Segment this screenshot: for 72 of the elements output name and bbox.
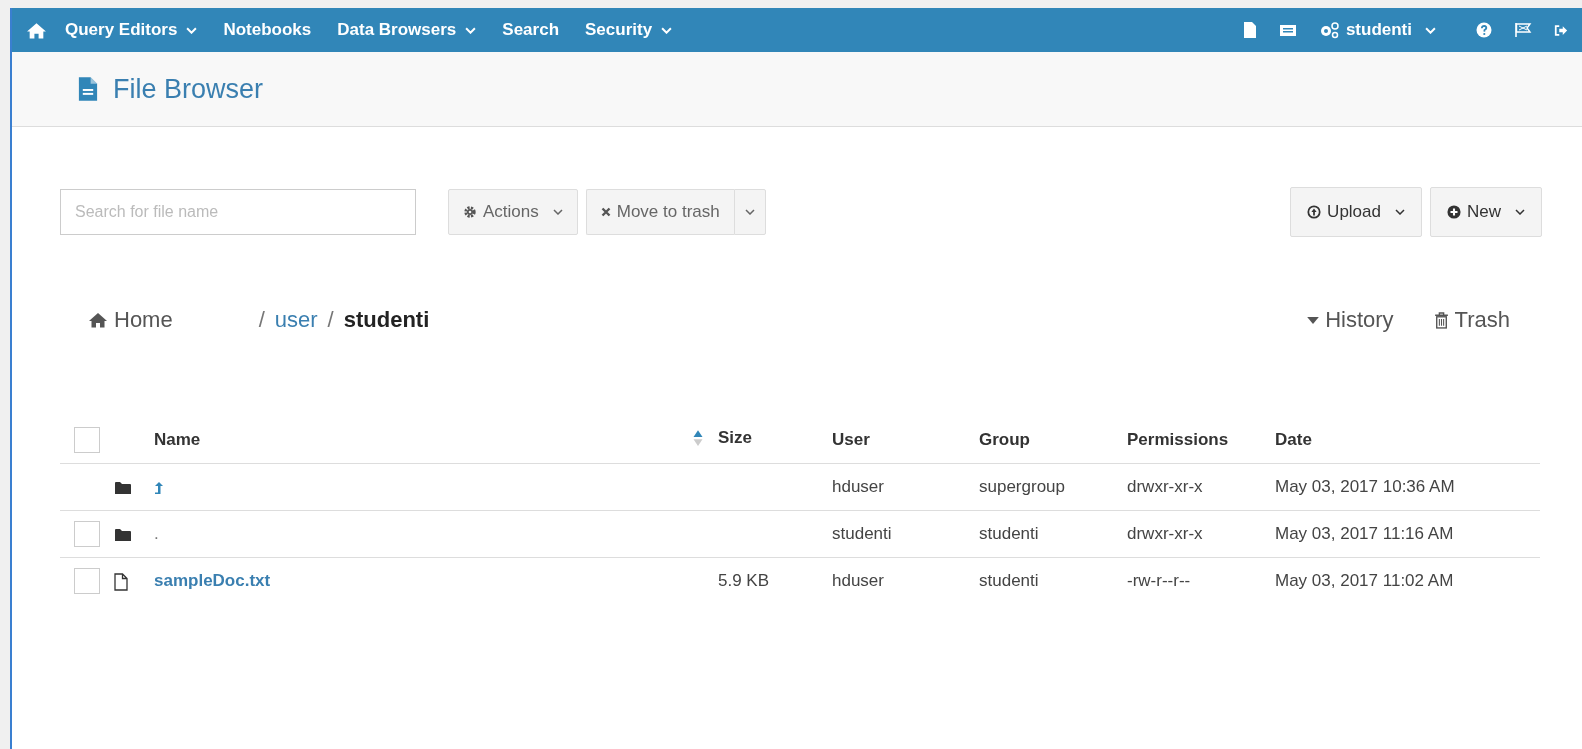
column-header[interactable]: Date [1275,430,1312,449]
folder-name[interactable]: . [154,524,159,543]
table-cell: supergroup [979,477,1065,496]
column-header[interactable]: Group [979,430,1030,449]
nav-menu-item[interactable]: Security [585,20,673,40]
new-button[interactable]: New [1430,187,1542,237]
upload-icon [1307,205,1322,219]
user-menu[interactable]: studenti [1318,20,1436,40]
move-to-trash-button[interactable]: Move to trash [585,189,734,235]
dropdown-toggle[interactable] [733,189,766,235]
page-title: File Browser [113,73,264,105]
trash-link[interactable]: Trash [1433,307,1510,333]
nav-menu-item[interactable]: Data Browsers [337,20,477,40]
folder-icon [114,527,132,542]
nav-menu-item[interactable]: Query Editors [65,20,198,40]
help-icon[interactable] [1476,22,1492,38]
table-cell: 5.9 KB [718,571,770,590]
table-cell: hduser [832,477,884,496]
table-cell: May 03, 2017 11:02 AM [1275,571,1454,590]
caret-icon [552,209,563,215]
table-cell: -rw-r--r-- [1127,571,1191,590]
row-checkbox[interactable] [74,568,100,594]
table-cell: studenti [979,524,1039,543]
file-icon [114,572,128,591]
column-header[interactable]: Size [718,428,753,448]
up-arrow-icon[interactable] [154,480,164,495]
column-header[interactable]: Name [154,430,201,449]
caret-icon [465,26,477,34]
select-all-checkbox[interactable] [74,427,100,453]
path-separator: / [258,307,265,333]
caret-icon [661,26,673,34]
table-cell: studenti [832,524,892,543]
gear-icon [463,205,477,219]
column-header[interactable]: Permissions [1127,430,1229,449]
flag-icon[interactable] [1514,22,1532,38]
row-checkbox[interactable] [74,521,100,547]
document-icon[interactable] [1242,21,1257,39]
nav-menu-item[interactable]: Notebooks [223,20,312,40]
caret-icon [1515,209,1525,215]
search-field[interactable]: Search for file name [60,189,416,235]
document-icon [77,76,99,102]
column-header[interactable]: User [832,430,870,449]
folder-icon [114,480,132,495]
current-folder: studenti [343,307,430,333]
caret-icon [1425,26,1436,34]
table-cell: drwxr-xr-x [1127,477,1203,496]
file-link[interactable]: sampleDoc.txt [154,571,271,590]
breadcrumb-link[interactable]: user [274,307,318,333]
table-cell: May 03, 2017 10:36 AM [1275,477,1455,496]
close-icon [600,207,611,217]
plus-icon [1447,205,1461,219]
table-cell: hduser [832,571,884,590]
history-link[interactable]: History [1307,307,1394,333]
caret-icon [1395,209,1405,215]
tablet-icon[interactable] [1278,23,1297,37]
sort-icon[interactable] [692,429,704,447]
home-icon [88,312,108,328]
nav-menu-item[interactable]: Search [502,20,560,40]
home-link[interactable]: Home [88,307,173,333]
home-icon[interactable] [26,21,47,39]
upload-button[interactable]: Upload [1290,187,1422,237]
caret-icon [186,26,198,34]
trash-icon [1433,311,1449,329]
table-cell: May 03, 2017 11:16 AM [1275,524,1454,543]
path-separator: / [327,307,334,333]
caret-icon [1307,316,1320,324]
gears-icon [1318,21,1341,39]
table-cell: drwxr-xr-x [1127,524,1203,543]
table-cell: studenti [979,571,1039,590]
actions-button[interactable]: Actions [448,189,578,235]
caret-icon [744,209,755,215]
sign-out-icon[interactable] [1554,23,1568,37]
